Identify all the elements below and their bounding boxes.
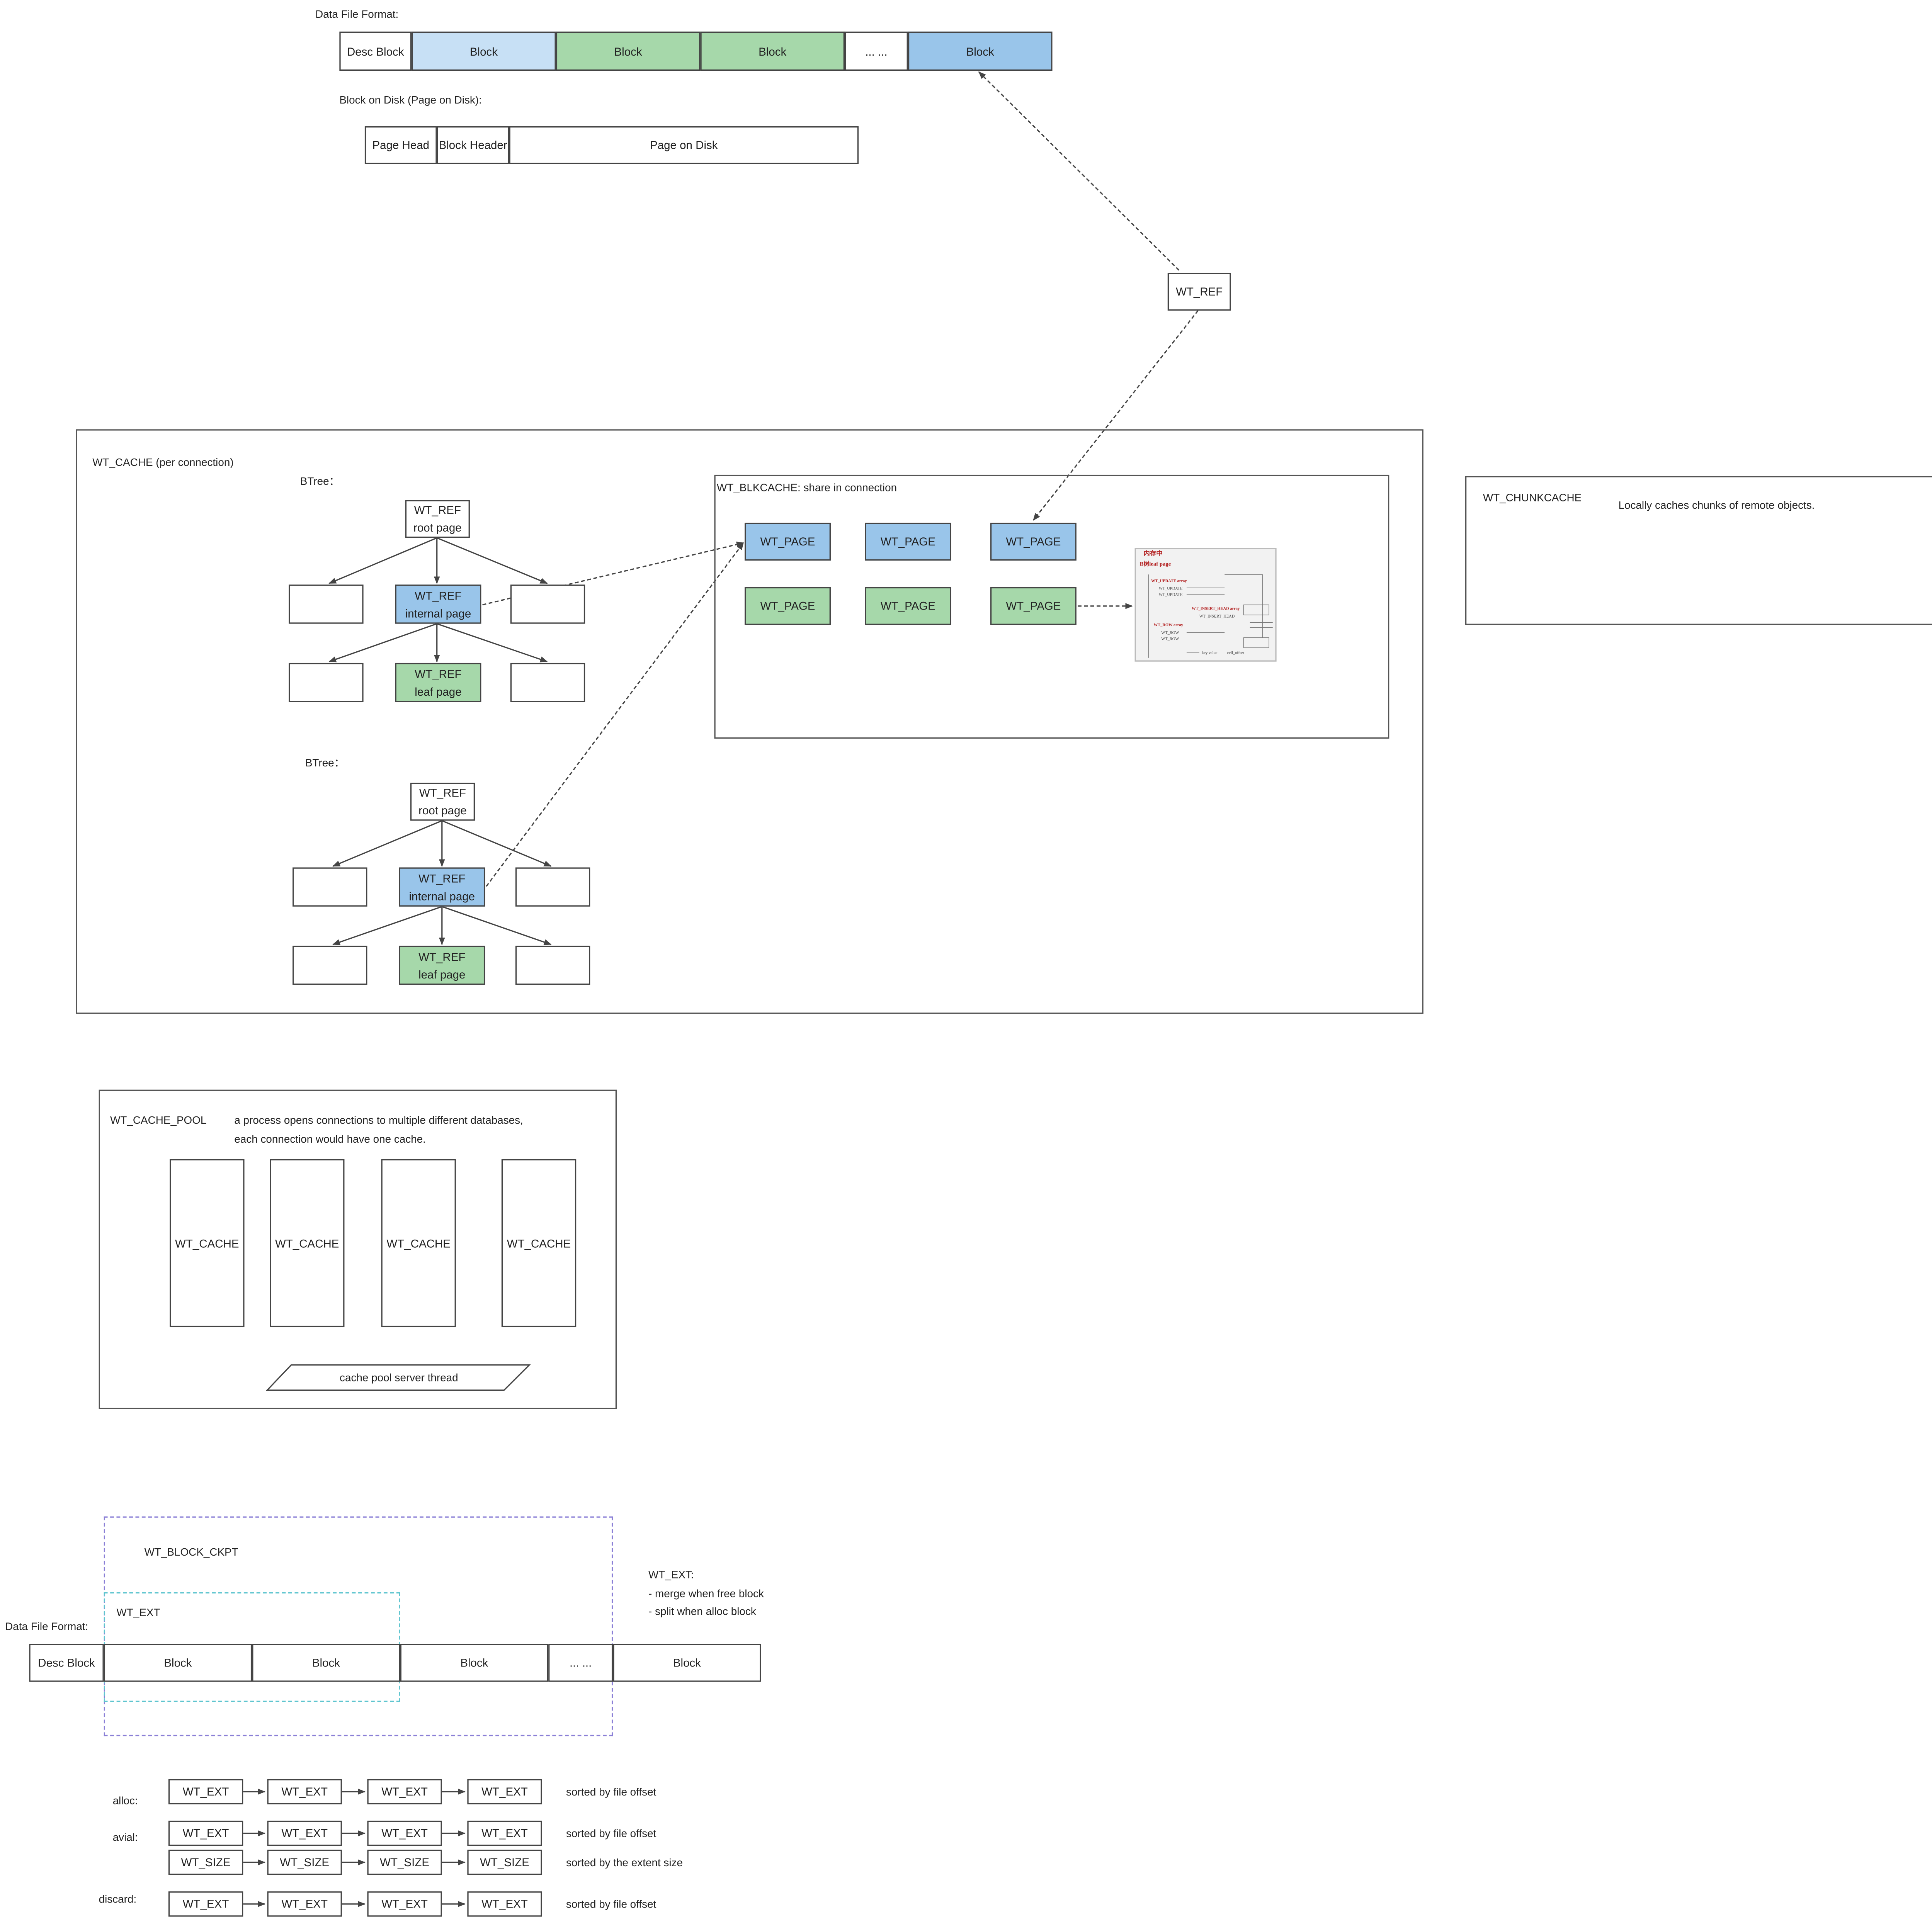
discard-label: discard:	[99, 1892, 137, 1906]
diagram-canvas: Data File Format: Desc Block Block Block…	[0, 0, 1932, 1923]
top-block-1: Block	[412, 31, 556, 71]
alloc-ext-1: WT_EXT	[168, 1779, 243, 1804]
ckpt-block-5: Block	[613, 1644, 761, 1682]
wt-blkcache-title: WT_BLKCACHE: share in connection	[717, 481, 897, 494]
alloc-ext-2: WT_EXT	[267, 1779, 342, 1804]
ckpt-ellipsis-block: ... ...	[548, 1644, 613, 1682]
pool-cache-4: WT_CACHE	[501, 1159, 577, 1327]
pool-desc-line1: a process opens connections to multiple …	[234, 1113, 523, 1126]
btree-1-child-left	[289, 584, 364, 624]
btree-2-label: BTree：	[305, 756, 345, 769]
ckpt-block-2: Block	[252, 1644, 400, 1682]
top-format-title: Data File Format:	[315, 7, 399, 20]
internal-line2: internal page	[409, 889, 475, 902]
top-block-2: Block	[556, 31, 701, 71]
leaf-line2: leaf page	[415, 685, 462, 698]
btree-2-internal: WT_REF internal page	[399, 867, 485, 907]
internal-line1: WT_REF	[418, 871, 466, 885]
root-line1: WT_REF	[419, 787, 466, 799]
avail-size-4: WT_SIZE	[467, 1850, 542, 1875]
top-block-3: Block	[700, 31, 845, 71]
internal-line1: WT_REF	[415, 589, 462, 602]
wt-ext-note-title: WT_EXT:	[648, 1568, 694, 1581]
avail-ext-4: WT_EXT	[467, 1821, 542, 1846]
ckpt-desc-block: Desc Block	[29, 1644, 104, 1682]
btree-1-internal: WT_REF internal page	[395, 584, 481, 624]
alloc-label: alloc:	[112, 1794, 138, 1807]
btree-2-child-right	[515, 867, 590, 907]
alloc-sorted-note: sorted by file offset	[566, 1785, 656, 1798]
btree-1-leaf-right	[510, 663, 585, 702]
btree-2-leaf: WT_REFleaf page	[399, 946, 485, 985]
top-ellipsis-block: ... ...	[845, 31, 908, 71]
wt-chunkcache-title: WT_CHUNKCACHE	[1483, 491, 1582, 504]
avail-label: avial:	[112, 1831, 138, 1844]
pool-thread-label: cache pool server thread	[340, 1371, 458, 1384]
alloc-ext-3: WT_EXT	[367, 1779, 442, 1804]
btree-1-leaf: WT_REFleaf page	[395, 663, 481, 702]
avail-size-3: WT_SIZE	[367, 1850, 442, 1875]
btree-1-leaf-left	[289, 663, 364, 702]
top-block-5: Block	[908, 31, 1053, 71]
avail-ext-2: WT_EXT	[267, 1821, 342, 1846]
avail-size-2: WT_SIZE	[267, 1850, 342, 1875]
root-line2: root page	[413, 521, 462, 534]
internal-line2: internal page	[405, 606, 471, 620]
page-head-box: Page Head	[364, 126, 437, 164]
blk-page-4: WT_PAGE	[745, 587, 831, 625]
wt-cache-pool-title: WT_CACHE_POOL	[110, 1113, 207, 1126]
wt-chunkcache-desc: Locally caches chunks of remote objects.	[1618, 499, 1815, 511]
disk-title: Block on Disk (Page on Disk):	[339, 93, 482, 106]
btree-1-label: BTree：	[300, 474, 340, 488]
btree-1-root: WT_REFroot page	[405, 500, 470, 538]
btree-2-leaf-left	[293, 946, 367, 985]
avail-size-sorted-note: sorted by the extent size	[566, 1856, 683, 1869]
btree-2-leaf-right	[515, 946, 590, 985]
wt-ext-note-line2: - split when alloc block	[648, 1605, 756, 1617]
page-on-disk-box: Page on Disk	[509, 126, 859, 164]
btree-1-child-right	[510, 584, 585, 624]
wt-block-ckpt-title: WT_BLOCK_CKPT	[144, 1545, 238, 1558]
ckpt-block-3: Block	[400, 1644, 549, 1682]
leaf-line2: leaf page	[418, 968, 466, 980]
top-desc-block: Desc Block	[339, 31, 412, 71]
leaf-line1: WT_REF	[415, 667, 462, 680]
discard-sorted-note: sorted by file offset	[566, 1898, 656, 1911]
blk-page-2: WT_PAGE	[865, 523, 951, 561]
wt-ref-box: WT_REF	[1167, 272, 1231, 311]
thumb-lines	[1148, 574, 1273, 658]
alloc-ext-4: WT_EXT	[467, 1779, 542, 1804]
blk-page-5: WT_PAGE	[865, 587, 951, 625]
ckpt-format-title: Data File Format:	[5, 1620, 88, 1633]
ckpt-block-1: Block	[104, 1644, 252, 1682]
discard-ext-1: WT_EXT	[168, 1891, 243, 1917]
block-header-box: Block Header	[437, 126, 509, 164]
btree-2-child-left	[293, 867, 367, 907]
leaf-line1: WT_REF	[418, 950, 466, 963]
blk-page-6: WT_PAGE	[990, 587, 1077, 625]
avail-ext-1: WT_EXT	[168, 1821, 243, 1846]
discard-ext-4: WT_EXT	[467, 1891, 542, 1917]
pool-cache-1: WT_CACHE	[170, 1159, 245, 1327]
btree-2-root: WT_REFroot page	[410, 783, 475, 821]
avail-size-1: WT_SIZE	[168, 1850, 243, 1875]
pool-cache-3: WT_CACHE	[381, 1159, 456, 1327]
pool-cache-2: WT_CACHE	[270, 1159, 345, 1327]
wt-ext-label: WT_EXT	[116, 1606, 160, 1619]
root-line1: WT_REF	[414, 504, 461, 516]
leaf-page-structure-thumbnail: 内存中 B树leaf page WT_UPDATE array WT_UPDAT…	[1134, 548, 1277, 662]
avail-ext-3: WT_EXT	[367, 1821, 442, 1846]
blk-page-1: WT_PAGE	[745, 523, 831, 561]
discard-ext-3: WT_EXT	[367, 1891, 442, 1917]
pool-desc-line2: each connection would have one cache.	[234, 1132, 426, 1145]
wt-cache-title: WT_CACHE (per connection)	[92, 455, 234, 469]
discard-ext-2: WT_EXT	[267, 1891, 342, 1917]
wt-ext-note-line1: - merge when free block	[648, 1587, 764, 1600]
root-line2: root page	[418, 804, 467, 817]
avail-sorted-note: sorted by file offset	[566, 1827, 656, 1840]
blk-page-3: WT_PAGE	[990, 523, 1077, 561]
